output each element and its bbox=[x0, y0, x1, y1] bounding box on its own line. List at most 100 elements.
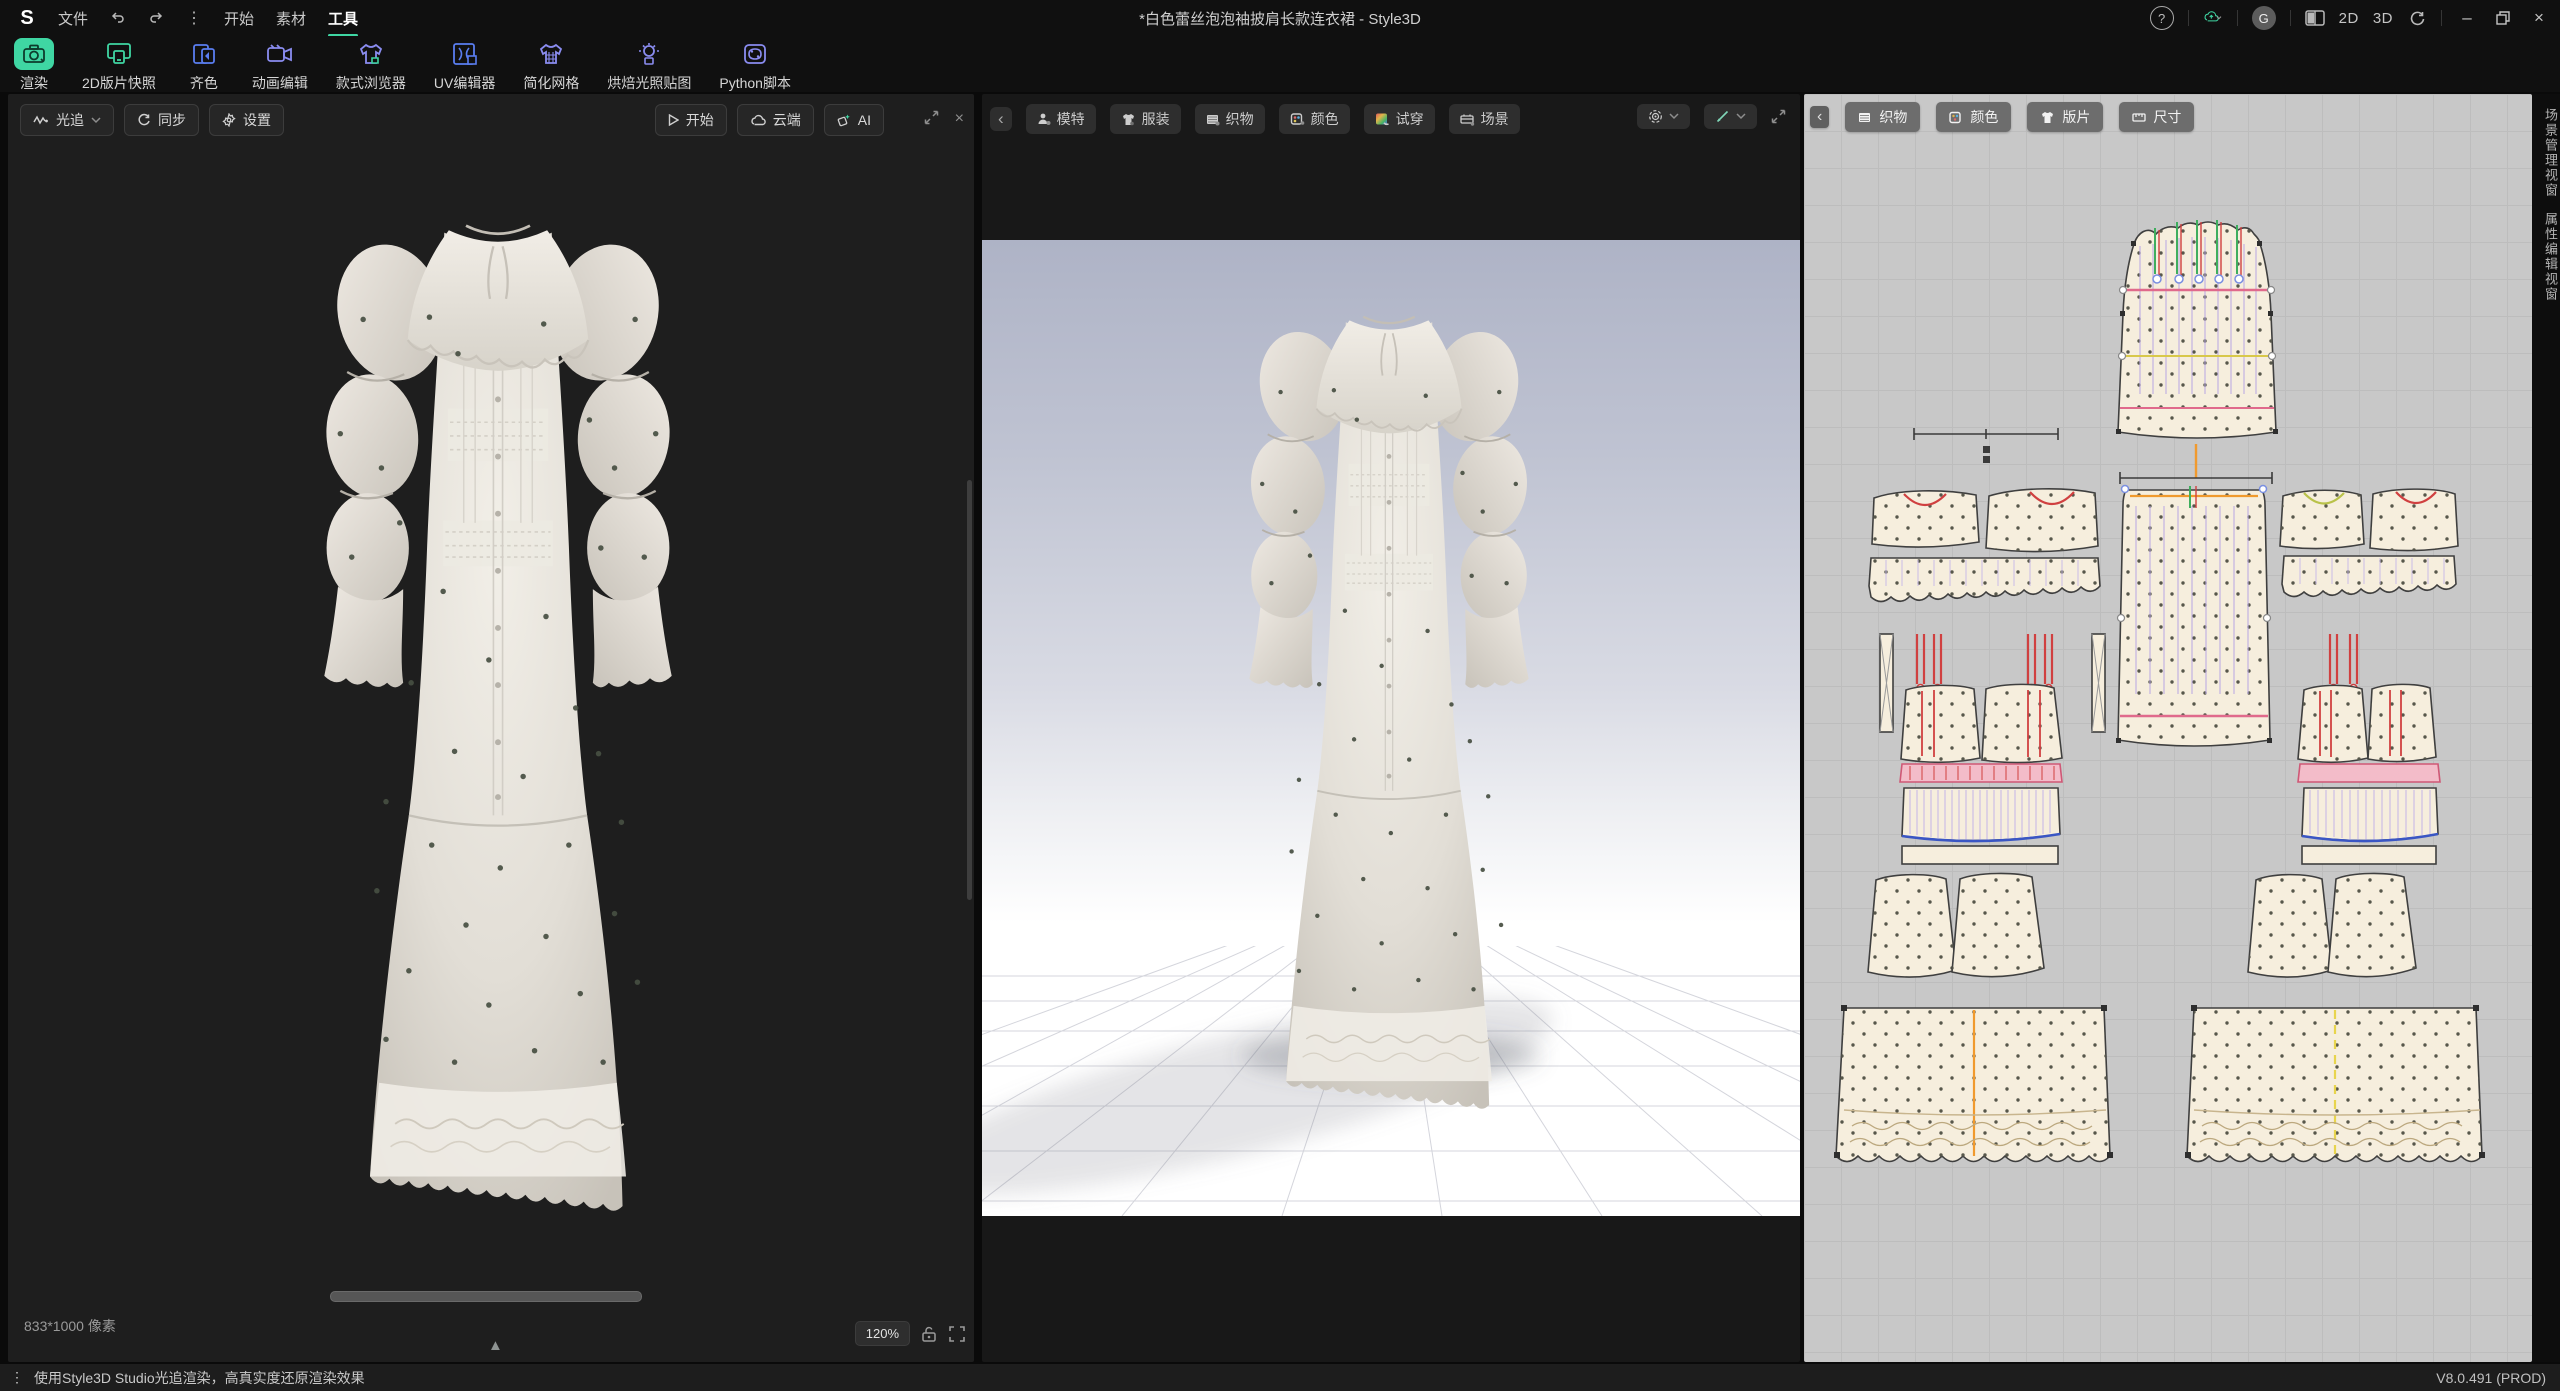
sync-button[interactable]: 同步 bbox=[124, 104, 199, 136]
horizontal-scrollbar[interactable] bbox=[330, 1291, 642, 1302]
pattern-piece-flounce[interactable] bbox=[1868, 873, 2044, 977]
shirt-icon bbox=[1121, 113, 1136, 126]
expand-panel-icon[interactable] bbox=[1771, 109, 1786, 124]
garment-tab[interactable]: 服装 bbox=[1110, 104, 1181, 134]
tool-2d-snapshot[interactable]: 2D版片快照 bbox=[68, 36, 170, 93]
user-avatar[interactable]: G bbox=[2252, 6, 2276, 30]
render-start-button[interactable]: 开始 bbox=[655, 104, 727, 136]
pattern-piece-yoke[interactable] bbox=[1869, 489, 2100, 602]
shirt-icon bbox=[2040, 111, 2055, 124]
sync-icon bbox=[137, 113, 151, 127]
cloud-render-button[interactable]: 云端 bbox=[737, 104, 814, 136]
ai-sparkle-icon bbox=[837, 113, 851, 127]
undo-icon[interactable] bbox=[108, 8, 128, 28]
split-view-icon[interactable] bbox=[2305, 8, 2325, 28]
scene-tab[interactable]: 场景 bbox=[1449, 104, 1520, 134]
collapse-pattern-panel-icon[interactable]: ‹ bbox=[1810, 106, 1829, 128]
colorways-icon bbox=[184, 38, 224, 70]
render-style-dropdown[interactable] bbox=[1637, 104, 1690, 129]
menu-material[interactable]: 素材 bbox=[274, 4, 308, 33]
window-title: *白色蕾丝泡泡袖披肩长款连衣裙 - Style3D bbox=[1139, 0, 1421, 36]
pattern-fabric-tab[interactable]: 织物 bbox=[1845, 102, 1920, 132]
status-message: 使用Style3D Studio光追渲染，高真实度还原渲染效果 bbox=[34, 1368, 365, 1388]
fullscreen-icon[interactable] bbox=[948, 1325, 966, 1343]
pattern-color-tab[interactable]: 颜色 bbox=[1936, 102, 2011, 132]
tool-animation-editor[interactable]: 动画编辑 bbox=[238, 36, 322, 93]
status-kebab-icon[interactable]: ⋮ bbox=[10, 1369, 24, 1386]
fabric-swatch-icon bbox=[1858, 111, 1872, 124]
more-menu-icon[interactable]: ⋮ bbox=[184, 8, 204, 28]
vertical-scrollbar[interactable] bbox=[967, 480, 972, 900]
color-tab[interactable]: 颜色 bbox=[1279, 104, 1350, 134]
menu-tools[interactable]: 工具 bbox=[326, 4, 360, 33]
settings-button[interactable]: 设置 bbox=[209, 104, 284, 136]
target-icon bbox=[1648, 109, 1663, 124]
tab-scene-manager[interactable]: 场景管理视窗 bbox=[2532, 108, 2560, 198]
app-version: V8.0.491 (PROD) bbox=[2436, 1370, 2546, 1386]
chevron-down-icon bbox=[91, 117, 101, 124]
collapse-left-icon[interactable]: ‹ bbox=[990, 107, 1012, 131]
tool-style-browser[interactable]: 款式浏览器 bbox=[322, 36, 420, 93]
pattern-piece-flounce-right[interactable] bbox=[2248, 873, 2416, 977]
pattern-piece-skirt-panel[interactable] bbox=[1834, 1005, 2485, 1162]
cloud-icon bbox=[750, 114, 766, 126]
refresh-icon[interactable] bbox=[2407, 8, 2427, 28]
pattern-size-tab[interactable]: 尺寸 bbox=[2119, 102, 2194, 132]
tool-render[interactable]: 渲染 bbox=[0, 36, 68, 93]
pattern-piece-bodice-front[interactable] bbox=[2116, 220, 2278, 438]
help-icon[interactable]: ? bbox=[2150, 6, 2174, 30]
avatar-tab[interactable]: 模特 bbox=[1026, 104, 1096, 134]
zoom-level[interactable]: 120% bbox=[855, 1321, 910, 1346]
redo-icon[interactable] bbox=[146, 8, 166, 28]
mode-3d-button[interactable]: 3D bbox=[2373, 10, 2393, 27]
viewport-dress[interactable] bbox=[1196, 280, 1582, 1162]
scroll-up-arrow[interactable]: ▲ bbox=[488, 1337, 503, 1354]
tool-colorways[interactable]: 齐色 bbox=[170, 36, 238, 93]
ruler-icon bbox=[2132, 111, 2146, 124]
measurement-line[interactable] bbox=[1914, 428, 2058, 440]
mode-2d-button[interactable]: 2D bbox=[2339, 10, 2359, 27]
tool-simplify-mesh[interactable]: 简化网格 bbox=[509, 36, 593, 93]
tool-python-script[interactable]: Python脚本 bbox=[705, 36, 805, 93]
pattern-piece-camisole[interactable] bbox=[1900, 684, 2062, 864]
chevron-down-icon bbox=[1669, 113, 1679, 120]
side-tab-strip: 场景管理视窗 属性编辑视窗 bbox=[2532, 94, 2560, 1362]
video-camera-icon bbox=[260, 38, 300, 70]
tab-property-editor[interactable]: 属性编辑视窗 bbox=[2532, 212, 2560, 302]
pattern-piece-tab[interactable]: 版片 bbox=[2027, 102, 2103, 132]
ribbon-toolbar: 渲染 2D版片快照 齐色 动画编辑 款式浏览器 UV编辑器 简化网格 烘焙光照贴… bbox=[0, 36, 2560, 92]
tool-uv-editor[interactable]: UV编辑器 bbox=[420, 36, 509, 93]
fabric-tab[interactable]: 织物 bbox=[1195, 104, 1265, 134]
pattern-piece-straps-right[interactable] bbox=[2330, 634, 2357, 692]
pattern-piece-camisole-right[interactable] bbox=[2298, 684, 2440, 864]
unlock-icon[interactable] bbox=[920, 1325, 938, 1343]
raytrace-mode-dropdown[interactable]: 光追 bbox=[20, 104, 114, 136]
tool-bake-lightmap[interactable]: 烘焙光照贴图 bbox=[593, 36, 705, 93]
annotate-dropdown[interactable] bbox=[1704, 104, 1757, 129]
snapshot-icon bbox=[99, 38, 139, 70]
pattern-panel: ‹ 织物 颜色 版片 尺寸 bbox=[1804, 94, 2532, 1362]
pattern-piece-yoke-right[interactable] bbox=[2280, 489, 2458, 596]
titlebar: S 文件 ⋮ 开始 素材 工具 *白色蕾丝泡泡袖披肩长款连衣裙 - Style3… bbox=[0, 0, 2560, 36]
mesh-icon bbox=[531, 38, 571, 70]
app-logo: S bbox=[16, 7, 38, 29]
menu-file[interactable]: 文件 bbox=[56, 4, 90, 33]
rendered-dress bbox=[258, 180, 738, 1277]
pattern-canvas[interactable] bbox=[1804, 94, 2532, 1362]
scene-icon bbox=[1460, 113, 1475, 126]
ai-button[interactable]: AI bbox=[824, 104, 884, 136]
viewport-3d[interactable] bbox=[982, 240, 1800, 1216]
uv-editor-icon bbox=[445, 38, 485, 70]
bake-light-icon bbox=[629, 38, 669, 70]
render-resolution: 833*1000 像素 bbox=[24, 1316, 116, 1336]
cloud-sync-icon[interactable] bbox=[2203, 8, 2223, 28]
close-button[interactable]: × bbox=[2528, 7, 2550, 29]
person-icon bbox=[1037, 112, 1051, 126]
menu-home[interactable]: 开始 bbox=[222, 4, 256, 33]
close-panel-icon[interactable]: × bbox=[955, 110, 964, 128]
tryon-tab[interactable]: 试穿 bbox=[1364, 104, 1435, 134]
pattern-piece-skirt-upper[interactable] bbox=[2116, 486, 2272, 747]
minimize-button[interactable]: – bbox=[2456, 7, 2478, 29]
maximize-button[interactable] bbox=[2492, 7, 2514, 29]
expand-panel-icon[interactable] bbox=[924, 110, 939, 128]
